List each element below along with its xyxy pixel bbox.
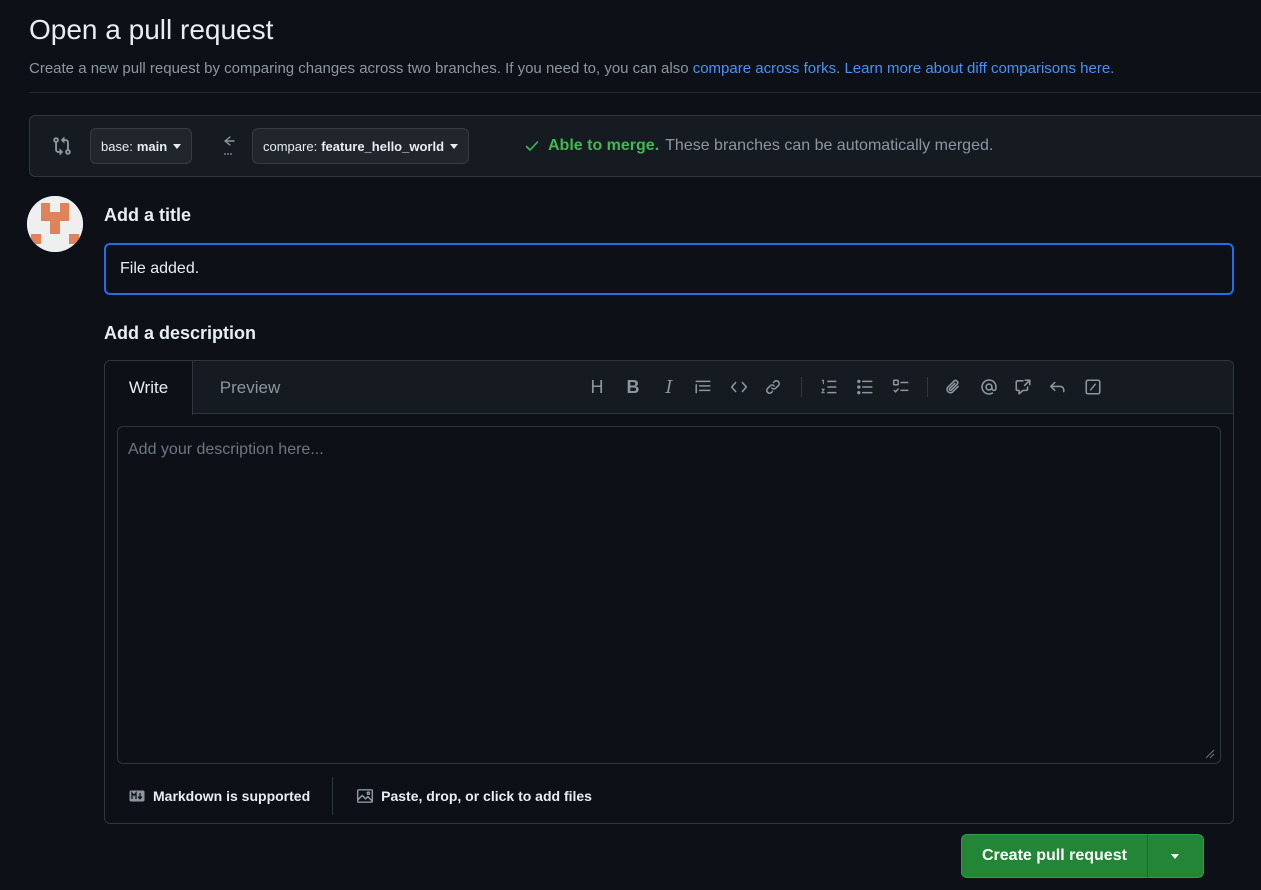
slash-commands-button[interactable]: [1081, 375, 1105, 399]
code-icon: [730, 381, 748, 393]
footer-divider: [332, 777, 334, 815]
create-options-dropdown[interactable]: [1147, 834, 1204, 878]
tab-write[interactable]: Write: [105, 361, 193, 415]
markdown-icon: [129, 790, 145, 802]
merge-ok-label: Able to merge.: [548, 137, 660, 154]
create-pull-request-group: Create pull request: [961, 834, 1204, 878]
arrow-left-icon: [224, 136, 235, 155]
base-branch-name: main: [136, 138, 168, 154]
compare-forks-link[interactable]: compare across forks: [693, 60, 836, 77]
quote-icon: [695, 380, 711, 394]
chevron-down-icon: [1171, 853, 1180, 859]
quote-button[interactable]: [691, 375, 715, 399]
chevron-down-icon: [173, 143, 182, 149]
italic-button[interactable]: I: [657, 375, 681, 399]
identicon-icon: [27, 196, 83, 252]
slash-command-icon: [1085, 379, 1101, 395]
markdown-toolbar: H B I: [585, 361, 1233, 414]
task-list-button[interactable]: [889, 375, 913, 399]
description-label: Add a description: [104, 323, 257, 343]
cross-reference-button[interactable]: [1011, 375, 1035, 399]
markdown-note: Markdown is supported: [153, 788, 311, 804]
base-branch-select[interactable]: base: main: [90, 128, 193, 164]
editor-tab-bar: Write Preview H B I: [105, 361, 1233, 415]
unordered-list-button[interactable]: [853, 375, 877, 399]
mention-icon: [981, 379, 997, 395]
reply-icon: [1050, 381, 1065, 393]
avatar: [27, 196, 83, 252]
heading-button[interactable]: H: [585, 375, 609, 399]
git-compare-icon: [53, 136, 71, 156]
merge-status-text: These branches can be automatically merg…: [665, 137, 994, 154]
base-prefix: base:: [101, 138, 133, 154]
attach-note: Paste, drop, or click to add files: [381, 788, 592, 804]
link-button[interactable]: [761, 375, 785, 399]
header-divider: [29, 92, 1261, 93]
merge-status: Able to merge. These branches can be aut…: [524, 137, 993, 155]
attach-files-button[interactable]: Paste, drop, or click to add files: [355, 787, 592, 805]
editor-footer: Markdown is supported Paste, drop, or cl…: [127, 776, 592, 816]
toolbar-divider: [927, 377, 928, 397]
page-title: Open a pull request: [29, 14, 274, 45]
compare-branch-name: feature_hello_world: [321, 138, 445, 154]
check-icon: [525, 141, 539, 151]
task-list-icon: [892, 379, 909, 393]
markdown-supported-link[interactable]: Markdown is supported: [127, 788, 310, 804]
tab-preview[interactable]: Preview: [195, 361, 305, 415]
page-subtitle: Create a new pull request by comparing c…: [29, 60, 1114, 77]
unordered-list-icon: [857, 379, 873, 395]
attach-button[interactable]: [941, 375, 965, 399]
learn-more-link[interactable]: Learn more about diff comparisons here.: [844, 60, 1114, 77]
branch-range-bar: base: main compare: feature_hello_world …: [29, 115, 1261, 177]
description-textarea[interactable]: [117, 426, 1221, 764]
pull-request-page: Open a pull request Create a new pull re…: [8, 0, 1261, 890]
ordered-list-button[interactable]: [817, 375, 841, 399]
compare-prefix: compare:: [263, 138, 318, 154]
resize-grip-icon[interactable]: [1203, 747, 1215, 759]
title-input[interactable]: [104, 243, 1234, 295]
compare-branch-select[interactable]: compare: feature_hello_world: [252, 128, 470, 164]
image-icon: [357, 789, 374, 803]
reply-button[interactable]: [1045, 375, 1069, 399]
bold-button[interactable]: B: [621, 375, 645, 399]
code-button[interactable]: [727, 375, 751, 399]
cross-reference-icon: [1015, 379, 1031, 395]
mention-button[interactable]: [977, 375, 1001, 399]
link-icon: [766, 380, 780, 394]
chevron-down-icon: [450, 143, 459, 149]
description-editor: Write Preview H B I Add your description…: [104, 360, 1234, 824]
toolbar-divider: [801, 377, 802, 397]
paperclip-icon: [946, 379, 959, 394]
ordered-list-icon: [821, 379, 837, 394]
title-label: Add a title: [104, 205, 192, 225]
subtitle-text: Create a new pull request by comparing c…: [29, 60, 693, 77]
create-pull-request-button[interactable]: Create pull request: [961, 834, 1148, 878]
